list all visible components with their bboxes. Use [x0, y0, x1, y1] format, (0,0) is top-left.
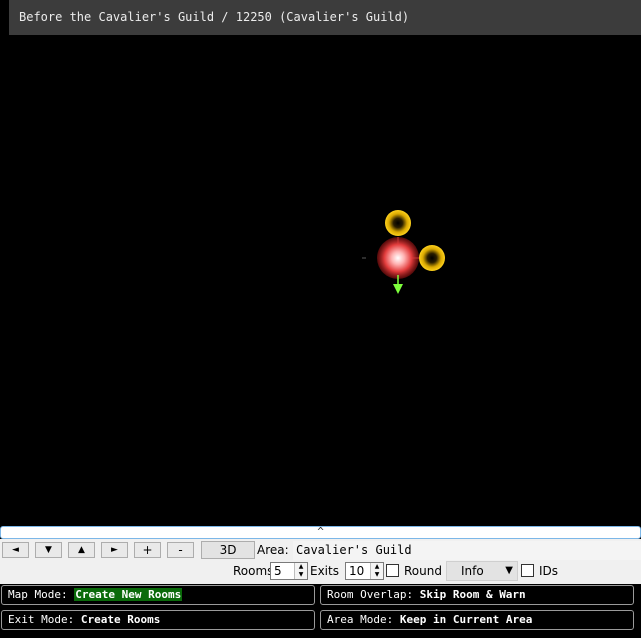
ids-label: IDs — [539, 564, 559, 578]
map-mode-value: Create New Rooms — [74, 588, 183, 601]
map-svg — [362, 210, 445, 294]
info-dropdown-value: Info — [461, 564, 484, 578]
exits-spinbox[interactable]: 10 ▲ ▼ — [345, 562, 384, 580]
pan-right-button[interactable]: ► — [101, 542, 128, 558]
area-mode-label: Area Mode: — [327, 613, 394, 626]
round-label: Round — [404, 564, 442, 578]
area-mode-button[interactable]: Area Mode: Keep in Current Area — [320, 610, 634, 630]
room-overlap-label: Room Overlap: — [327, 588, 414, 601]
info-dropdown[interactable]: Info ▼ — [446, 561, 518, 581]
exits-value: 10 — [349, 564, 365, 578]
room-overlap-value: Skip Room & Warn — [419, 588, 526, 601]
room-east — [419, 245, 445, 271]
pan-down-button[interactable]: ▼ — [35, 542, 62, 558]
room-overlap-button[interactable]: Room Overlap: Skip Room & Warn — [320, 585, 634, 605]
exit-mode-label: Exit Mode: — [8, 613, 75, 626]
zoom-in-button[interactable]: + — [134, 542, 161, 558]
exit-mode-button[interactable]: Exit Mode: Create Rooms — [1, 610, 315, 630]
panel-splitter[interactable]: ^ — [0, 526, 641, 539]
toolbar: ◄ ▼ ▲ ► + - 3D Area: Cavalier's Guild Ro… — [0, 539, 641, 584]
exit-mode-value: Create Rooms — [80, 613, 161, 626]
map-mode-label: Map Mode: — [8, 588, 68, 601]
zoom-out-button[interactable]: - — [167, 542, 194, 558]
current-room — [377, 237, 419, 279]
rooms-spinbox[interactable]: 5 ▲ ▼ — [270, 562, 308, 580]
rooms-value: 5 — [274, 564, 282, 578]
chevron-up-icon[interactable]: ^ — [317, 525, 324, 538]
view-3d-button[interactable]: 3D — [201, 541, 255, 559]
window-title: Before the Cavalier's Guild / 12250 (Cav… — [9, 0, 641, 35]
ids-checkbox[interactable] — [521, 564, 534, 577]
map-mode-button[interactable]: Map Mode: Create New Rooms — [1, 585, 315, 605]
area-mode-value: Keep in Current Area — [399, 613, 533, 626]
round-checkbox[interactable] — [386, 564, 399, 577]
area-label: Area: — [257, 543, 289, 557]
pan-left-button[interactable]: ◄ — [2, 542, 29, 558]
rooms-label: Rooms — [233, 564, 274, 578]
chevron-down-icon: ▼ — [505, 565, 513, 576]
room-north — [385, 210, 411, 236]
spin-arrows-icon[interactable]: ▲ ▼ — [294, 563, 307, 579]
exit-arrow-down — [393, 284, 403, 294]
exits-label: Exits — [310, 564, 339, 578]
map-canvas[interactable] — [0, 35, 641, 525]
area-select[interactable]: Cavalier's Guild — [293, 541, 641, 560]
spin-arrows-icon[interactable]: ▲ ▼ — [370, 563, 383, 579]
pan-up-button[interactable]: ▲ — [68, 542, 95, 558]
